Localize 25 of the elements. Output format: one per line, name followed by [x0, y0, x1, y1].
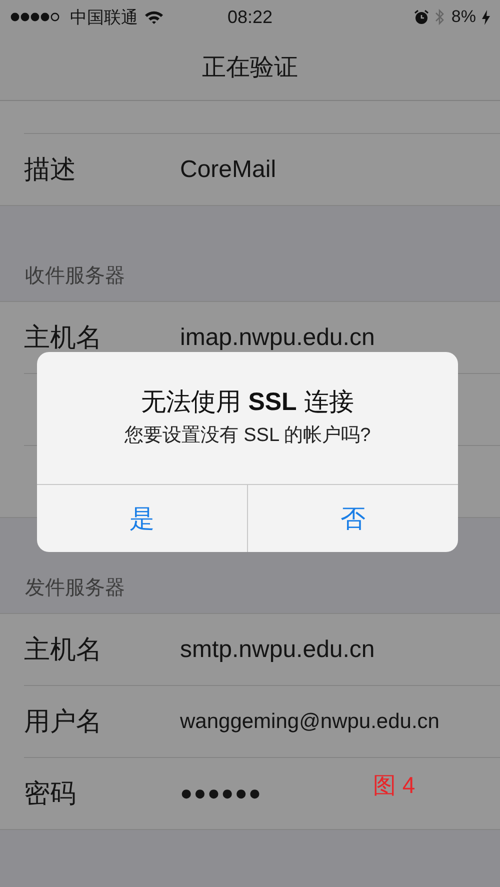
alert-message: 您要设置没有 SSL 的帐户吗? [124, 424, 371, 448]
field-label: 用户名 [24, 705, 103, 738]
alert-button[interactable]: 是 [37, 485, 247, 552]
password-field[interactable]: ●●●●●● [180, 782, 262, 806]
carrier-name: 中国联通 [70, 6, 138, 28]
clock-time: 08:22 [226, 6, 274, 28]
battery-percent: 8% [451, 7, 476, 27]
alert-title: 无法使用 SSL 连接 [141, 387, 354, 418]
section-header: 发件服务器 [25, 576, 125, 601]
figure-label: 图 4 [373, 771, 416, 800]
alert-button[interactable]: 否 [247, 485, 458, 552]
field-label: 主机名 [24, 633, 103, 666]
screen-title: 正在验证 [202, 53, 298, 83]
wifi-icon [144, 10, 164, 24]
input-field[interactable]: imap.nwpu.edu.cn [180, 324, 375, 352]
bluetooth-icon [435, 8, 446, 26]
charging-icon [482, 10, 490, 24]
section-header: 收件服务器 [25, 264, 125, 289]
field-label: 描述 [24, 153, 77, 186]
field-label: 密码 [24, 777, 77, 810]
input-field[interactable]: smtp.nwpu.edu.cn [180, 636, 375, 664]
input-field[interactable]: CoreMail [180, 156, 276, 184]
field-label: 主机名 [24, 321, 103, 354]
input-field[interactable]: wanggeming@nwpu.edu.cn [180, 710, 440, 734]
alarm-icon [414, 10, 430, 24]
